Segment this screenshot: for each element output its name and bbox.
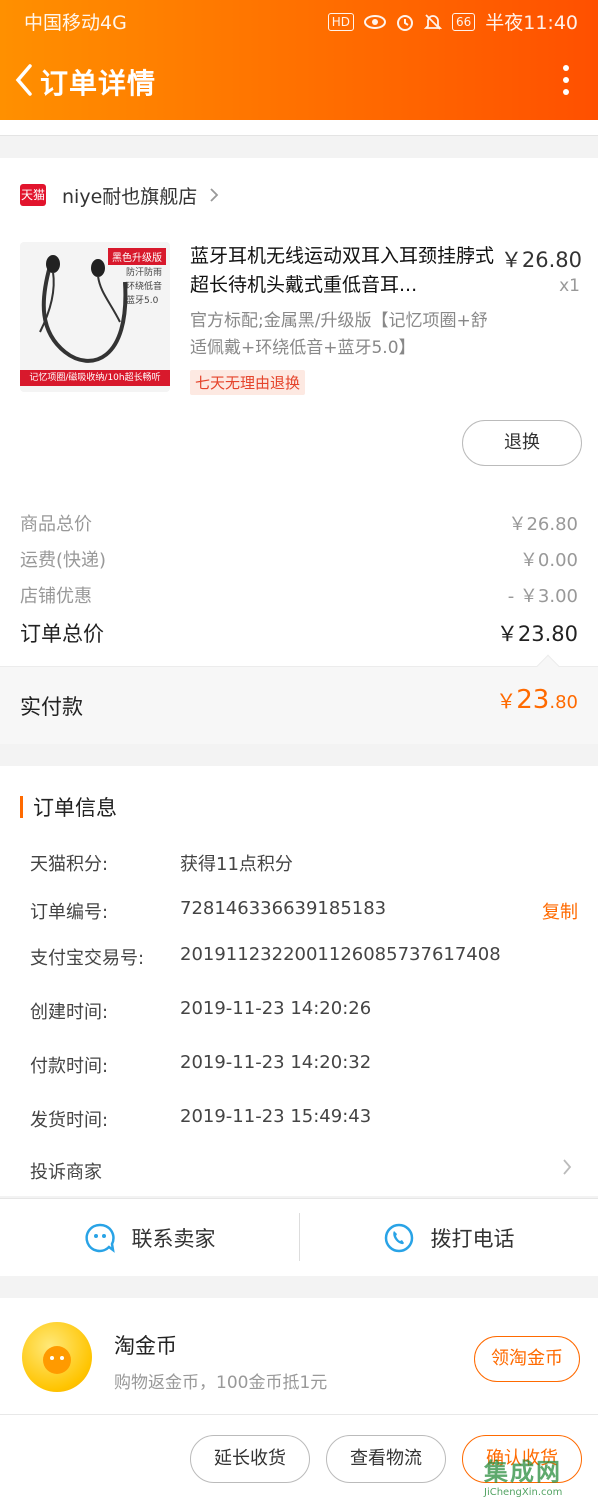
copy-order-no-button[interactable]: 复制 — [542, 898, 578, 924]
status-bar: 中国移动4G HD 66 半夜11:40 — [0, 0, 598, 40]
battery-icon: 66 — [451, 12, 476, 31]
mute-icon — [423, 13, 442, 30]
image-footer: 记忆项圈/磁吸收纳/10h超长畅听 — [20, 370, 170, 386]
status-icons: HD 66 半夜11:40 — [327, 8, 578, 35]
product-sku: 官方标配;金属黑/升级版【记忆项圈+舒适佩戴+环绕低音+蓝牙5.0】 — [190, 311, 488, 358]
amount-paid-row: 实付款 ￥23.80 — [0, 654, 598, 744]
product-price: ￥26.80 — [500, 248, 582, 272]
title-bar: 订单详情 — [0, 52, 598, 108]
caret-up-icon — [536, 654, 560, 678]
tao-coin-title: 淘金币 — [114, 1334, 177, 1358]
back-arrow-icon[interactable] — [10, 60, 40, 100]
shop-name: niye耐也旗舰店 — [62, 185, 198, 208]
order-info-header: 订单信息 — [20, 792, 117, 822]
chevron-right-icon — [210, 188, 219, 202]
carrier-label: 中国移动4G — [24, 12, 127, 34]
alarm-icon — [396, 14, 413, 31]
order-info-title: 订单信息 — [33, 796, 117, 820]
order-info-card: 订单信息 天猫积分: 获得11点积分 订单编号: 72814633663918518… — [0, 766, 598, 1196]
product-title[interactable]: 蓝牙耳机无线运动双耳入耳颈挂脖式超长待机头戴式重低音耳... — [190, 242, 495, 300]
complain-merchant-link[interactable]: 投诉商家 — [30, 1158, 578, 1184]
summary-total-row: 订单总价 ￥23.80 — [20, 622, 578, 646]
more-menu-icon[interactable] — [560, 62, 572, 98]
tao-coin-icon — [22, 1322, 92, 1392]
order-product-card: 天猫 niye耐也旗舰店 黑色升级版 防汗防雨 环绕低音 蓝牙5.0 记忆项圈/… — [0, 158, 598, 744]
top-strip — [0, 120, 598, 136]
summary-goods-row: 商品总价 ￥26.80 — [20, 514, 578, 535]
tao-coin-subtitle: 购物返金币，100金币抵1元 — [114, 1373, 328, 1393]
product-image[interactable]: 黑色升级版 防汗防雨 环绕低音 蓝牙5.0 记忆项圈/磁吸收纳/10h超长畅听 — [20, 242, 170, 392]
chevron-right-icon — [563, 1159, 572, 1175]
claim-tao-coin-button[interactable]: 领淘金币 — [474, 1336, 580, 1382]
page-title: 订单详情 — [40, 67, 157, 100]
app-header: 中国移动4G HD 66 半夜11:40 订单详情 — [0, 0, 598, 120]
contact-seller-button[interactable]: 联系卖家 — [0, 1199, 299, 1277]
image-features: 防汗防雨 环绕低音 蓝牙5.0 — [125, 268, 162, 306]
tao-coin-card: 淘金币 购物返金币，100金币抵1元 领淘金币 — [0, 1298, 598, 1414]
chat-face-icon — [84, 1223, 115, 1253]
extend-receipt-button[interactable]: 延长收货 — [190, 1435, 310, 1483]
return-policy-tag: 七天无理由退换 — [190, 370, 306, 395]
view-logistics-button[interactable]: 查看物流 — [326, 1435, 446, 1483]
clock-label: 半夜11:40 — [485, 12, 578, 34]
amount-paid-label: 实付款 — [20, 695, 83, 719]
summary-discount-row: 店铺优惠 - ￥3.00 — [20, 586, 578, 607]
product-quantity: x1 — [559, 276, 580, 296]
site-watermark: 集成网 JiChengXin.com — [484, 1458, 563, 1498]
contact-bar: 联系卖家 拨打电话 — [0, 1198, 598, 1276]
call-phone-button[interactable]: 拨打电话 — [299, 1199, 598, 1277]
image-badge: 黑色升级版 — [108, 248, 166, 265]
amount-paid-value: ￥23.80 — [496, 685, 578, 715]
shop-link[interactable]: 天猫 niye耐也旗舰店 — [20, 180, 219, 210]
eye-icon — [363, 14, 386, 29]
phone-icon — [384, 1223, 413, 1253]
tmall-logo-icon: 天猫 — [20, 184, 46, 206]
hd-icon: HD — [327, 12, 354, 31]
return-button[interactable]: 退换 — [462, 420, 582, 466]
summary-shipping-row: 运费(快递) ￥0.00 — [20, 550, 578, 571]
